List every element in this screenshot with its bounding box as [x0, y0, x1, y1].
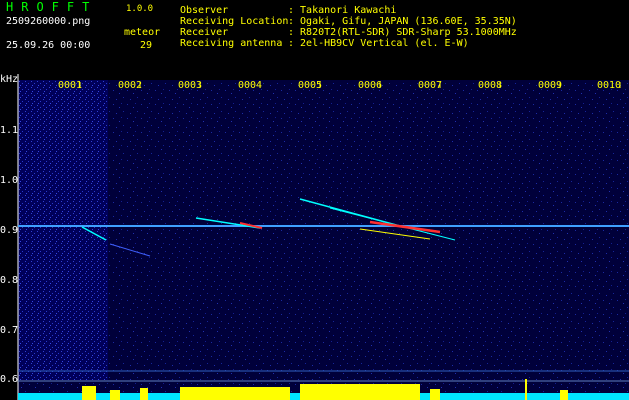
minute-label-0008: 0008: [478, 80, 503, 91]
minute-label-0006: 0006: [358, 80, 383, 91]
receiver-label: Receiver: [180, 27, 229, 38]
freq-label-1-0: 1.0: [0, 175, 19, 186]
minute-label-0004: 0004: [238, 80, 263, 91]
spectrogram-plot: [17, 74, 629, 400]
minute-label-0007: 0007: [418, 80, 443, 91]
minute-label-0001: 0001: [58, 80, 83, 91]
observer-value: : Takanori Kawachi: [288, 5, 397, 16]
antenna-label: Receiving antenna: [180, 38, 283, 49]
noise-burst: [18, 80, 108, 380]
app-version: 1.0.0: [126, 4, 154, 14]
meteor-label: meteor: [124, 27, 161, 38]
minute-label-0010: 0010: [597, 80, 622, 91]
freq-label-0-8: 0.8: [0, 275, 19, 286]
freq-label-0-9: 0.9: [0, 225, 19, 236]
receiver-value: : R820T2(RTL-SDR) SDR-Sharp 53.1000MHz: [288, 27, 517, 38]
freq-label-0-6: 0.6: [0, 374, 19, 385]
noise-floor: [18, 80, 629, 400]
datetime: 25.09.26 00:00: [6, 40, 91, 51]
unit-label: kHz: [0, 74, 19, 85]
minute-label-0005: 0005: [298, 80, 323, 91]
app-title: HROFFT: [6, 0, 98, 14]
file-name: 2509260000.png: [6, 16, 91, 27]
observer-label: Observer: [180, 5, 229, 16]
header-bar: HROFFT 1.0.0 2509260000.png meteor 25.09…: [0, 0, 629, 74]
freq-label-0-7: 0.7: [0, 325, 19, 336]
location-label: Receiving Location: [180, 16, 289, 27]
meteor-count: 29: [140, 40, 153, 51]
minute-label-0009: 0009: [538, 80, 563, 91]
freq-label-1-1: 1.1: [0, 125, 19, 136]
minute-label-0002: 0002: [118, 80, 143, 91]
location-value: : Ogaki, Gifu, JAPAN (136.60E, 35.35N): [288, 16, 517, 27]
minute-label-0003: 0003: [178, 80, 203, 91]
antenna-value: : 2el-HB9CV Vertical (el. E-W): [288, 38, 469, 49]
